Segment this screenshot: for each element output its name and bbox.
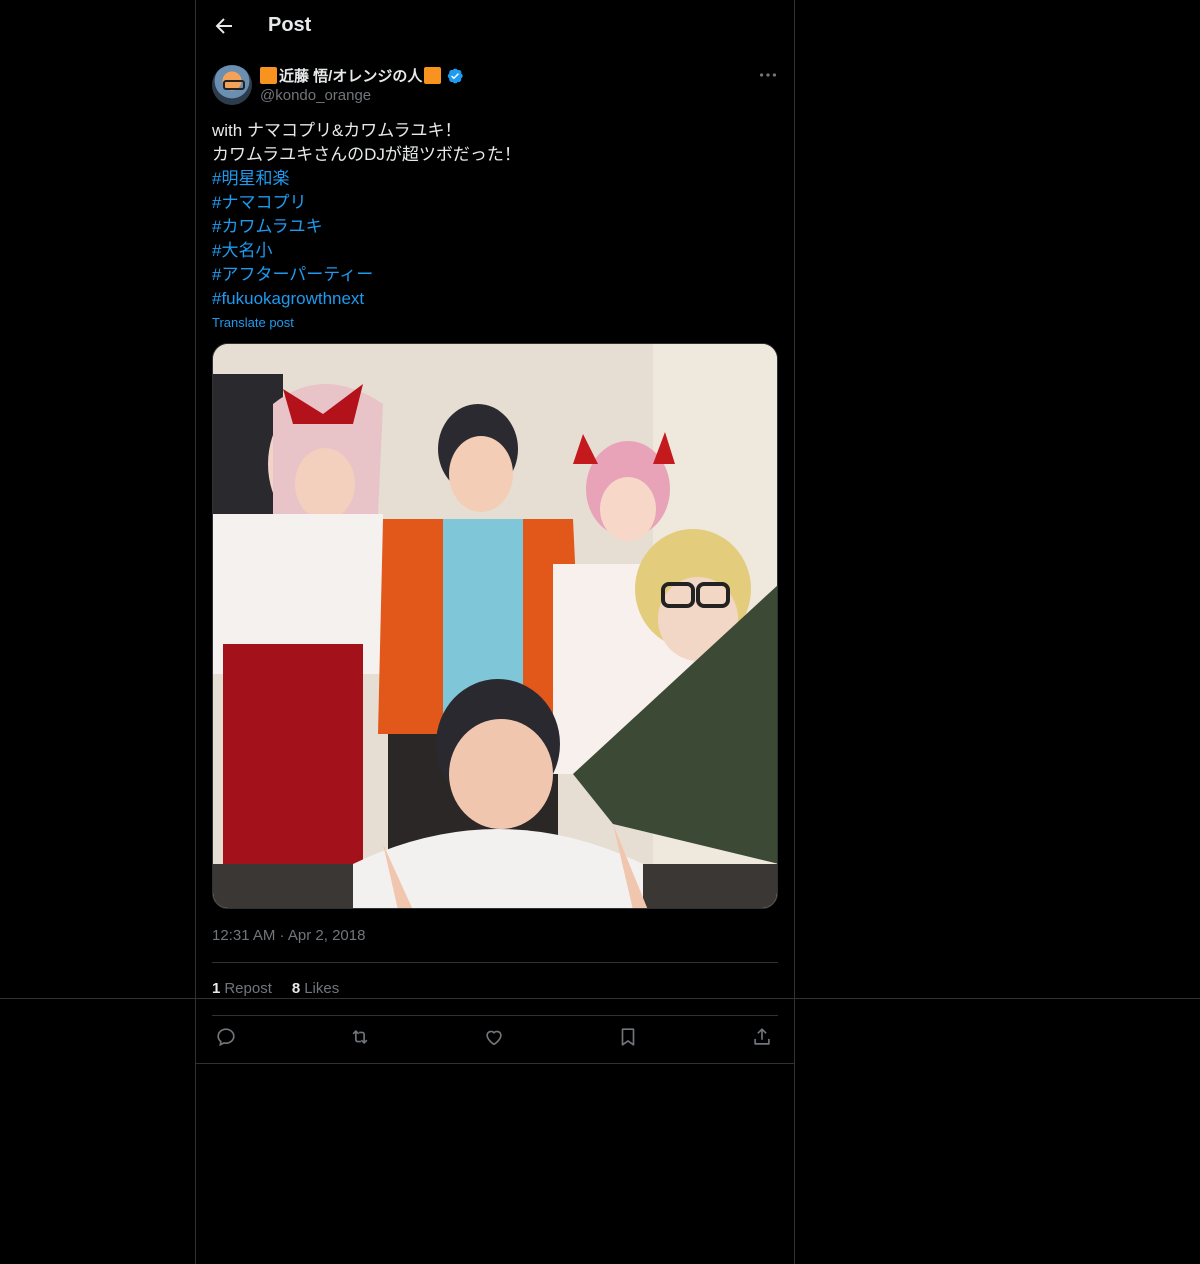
more-options-button[interactable] bbox=[757, 64, 779, 86]
repost-count[interactable]: 1 Repost bbox=[212, 980, 272, 997]
engagement-stats: 1 Repost 8 Likes bbox=[212, 980, 339, 997]
share-button[interactable] bbox=[751, 1026, 775, 1050]
back-button[interactable] bbox=[212, 14, 236, 38]
repost-icon bbox=[352, 1030, 368, 1044]
reply-icon bbox=[217, 1028, 235, 1047]
bookmark-button[interactable] bbox=[617, 1026, 641, 1050]
share-icon bbox=[754, 1028, 770, 1045]
page-header: Post bbox=[196, 0, 794, 53]
divider bbox=[196, 1063, 794, 1064]
hashtag-link[interactable]: #大名小 bbox=[212, 239, 778, 263]
bookmark-icon bbox=[621, 1028, 635, 1046]
repost-button[interactable] bbox=[349, 1026, 373, 1050]
divider bbox=[212, 962, 778, 963]
page-title: Post bbox=[268, 14, 312, 36]
post-photo[interactable] bbox=[212, 343, 778, 909]
hashtag-link[interactable]: #アフターパーティー bbox=[212, 263, 778, 287]
group-photo-image bbox=[213, 344, 777, 908]
action-bar bbox=[212, 1026, 778, 1052]
author-handle[interactable]: @kondo_orange bbox=[260, 87, 371, 104]
hashtag-link[interactable]: #明星和楽 bbox=[212, 167, 778, 191]
like-count[interactable]: 8 Likes bbox=[292, 980, 339, 997]
verified-badge-icon bbox=[448, 68, 464, 83]
author-name[interactable]: 近藤 悟/オレンジの人 bbox=[260, 65, 464, 86]
translate-post-link[interactable]: Translate post bbox=[212, 315, 294, 330]
post-line: with ナマコプリ&カワムラユキ！ bbox=[212, 121, 462, 140]
reply-button[interactable] bbox=[215, 1026, 239, 1050]
main-column: Post 近藤 悟/オレンジの人 @kondo_orange with ナマコプ… bbox=[195, 0, 795, 1264]
divider bbox=[212, 1015, 778, 1016]
post-text: with ナマコプリ&カワムラユキ！ カワムラユキさんのDJが超ツボだった！ #… bbox=[212, 119, 778, 311]
orange-square-icon bbox=[260, 67, 277, 84]
orange-square-icon bbox=[424, 67, 442, 84]
like-icon bbox=[486, 1030, 502, 1046]
post-line: カワムラユキさんのDJが超ツボだった！ bbox=[212, 145, 521, 164]
hashtag-link[interactable]: #ナマコプリ bbox=[212, 191, 778, 215]
avatar[interactable] bbox=[212, 65, 252, 105]
arrow-left-icon bbox=[215, 18, 232, 34]
hashtag-link[interactable]: #fukuokagrowthnext bbox=[212, 287, 778, 311]
hashtag-link[interactable]: #カワムラユキ bbox=[212, 215, 778, 239]
more-icon bbox=[759, 73, 777, 77]
author-name-text: 近藤 悟/オレンジの人 bbox=[279, 68, 423, 85]
like-button[interactable] bbox=[483, 1026, 507, 1050]
post-timestamp[interactable]: 12:31 AM · Apr 2, 2018 bbox=[212, 927, 365, 944]
